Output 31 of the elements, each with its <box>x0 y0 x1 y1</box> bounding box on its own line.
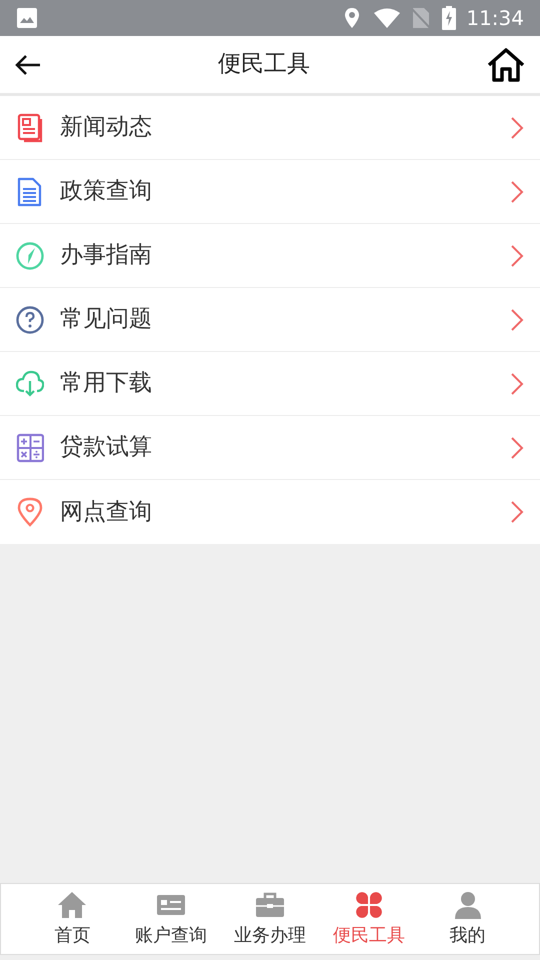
cloud-download-icon <box>16 368 44 398</box>
battery-icon <box>442 6 456 30</box>
wifi-icon <box>374 8 400 28</box>
tab-item[interactable]: 便民工具 <box>319 884 418 954</box>
chevron-right-icon <box>510 116 524 140</box>
tab-item[interactable]: 首页 <box>23 884 122 954</box>
chevron-right-icon <box>510 436 524 460</box>
chevron-right-icon <box>510 500 524 524</box>
back-arrow-icon[interactable] <box>14 52 42 76</box>
four-petals-icon <box>354 890 384 920</box>
question-icon <box>16 304 44 334</box>
chevron-right-icon <box>510 244 524 268</box>
tab-item[interactable]: 我的 <box>418 884 517 954</box>
chevron-right-icon <box>510 308 524 332</box>
newspaper-icon <box>16 112 44 142</box>
compass-icon <box>16 240 44 270</box>
page-title: 便民工具 <box>218 50 310 80</box>
home-icon <box>57 890 88 920</box>
calculator-icon <box>16 432 44 462</box>
clock-time: 11:34 <box>466 5 524 32</box>
chevron-right-icon <box>510 180 524 204</box>
home-icon[interactable] <box>486 46 526 82</box>
no-sim-icon <box>412 7 430 29</box>
tab-item[interactable]: 账户查询 <box>122 884 221 954</box>
image-icon <box>16 7 38 29</box>
map-pin-icon <box>16 497 44 527</box>
person-icon <box>452 890 483 920</box>
chevron-right-icon <box>510 372 524 396</box>
tab-item[interactable]: 业务办理 <box>220 884 320 954</box>
location-icon <box>344 7 360 29</box>
document-icon <box>16 176 44 206</box>
